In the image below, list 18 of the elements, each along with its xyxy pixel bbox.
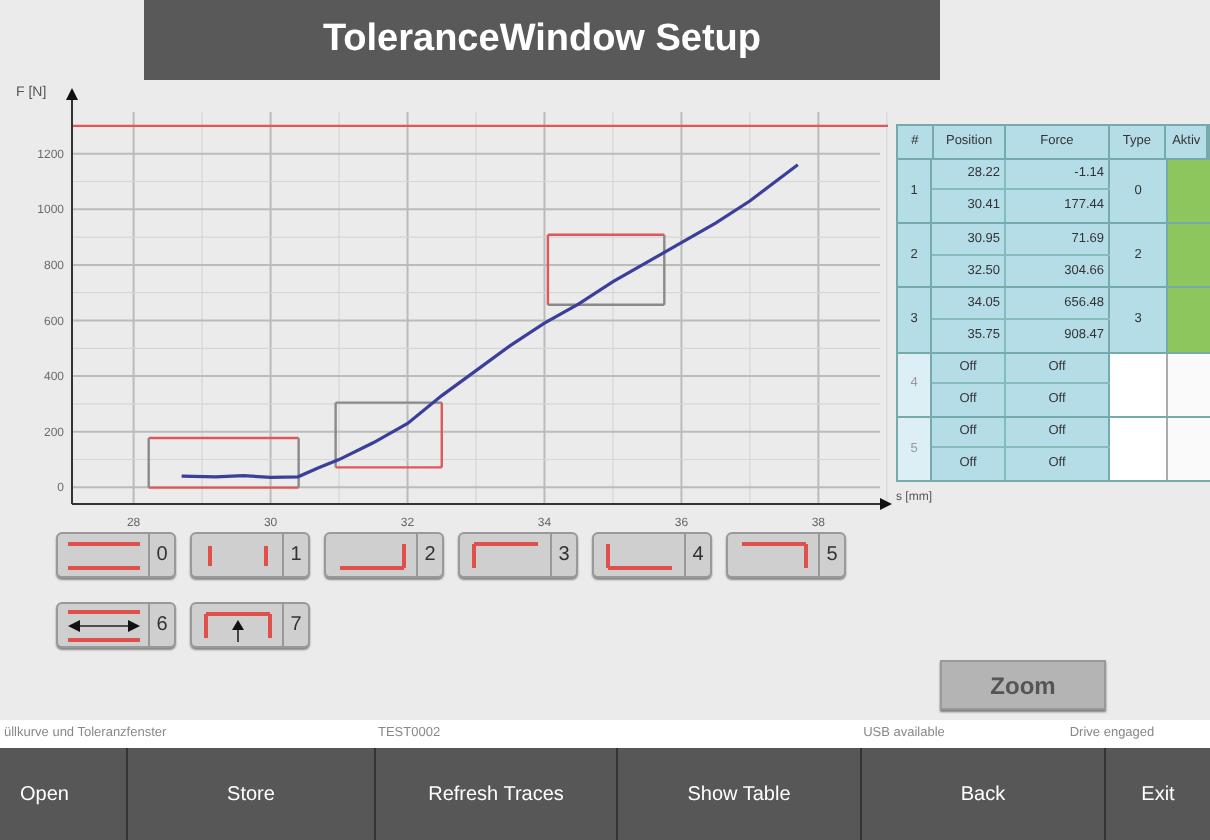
toolbar-button[interactable]: Store	[126, 748, 374, 840]
window-type-button[interactable]: 0	[56, 532, 176, 578]
window-type-button[interactable]: 2	[324, 532, 444, 578]
window-title: ToleranceWindow Setup	[144, 0, 940, 80]
zoom-button[interactable]: Zoom	[940, 660, 1106, 710]
toolbar-button[interactable]: Back	[860, 748, 1104, 840]
tolerance-window	[546, 233, 666, 306]
window-type-button[interactable]: 5	[726, 532, 846, 578]
tolerance-window	[334, 401, 443, 469]
toolbar-button[interactable]: Exit	[1104, 748, 1210, 840]
toolbar-button[interactable]: Open	[0, 748, 126, 840]
toolbar-button[interactable]: Show Table	[616, 748, 860, 840]
window-type-button[interactable]: 7	[190, 602, 310, 648]
window-type-button[interactable]: 3	[458, 532, 578, 578]
window-type-button[interactable]: 1	[190, 532, 310, 578]
window-type-button[interactable]: 4	[592, 532, 712, 578]
toolbar-button[interactable]: Refresh Traces	[374, 748, 616, 840]
window-type-button[interactable]: 6	[56, 602, 176, 648]
